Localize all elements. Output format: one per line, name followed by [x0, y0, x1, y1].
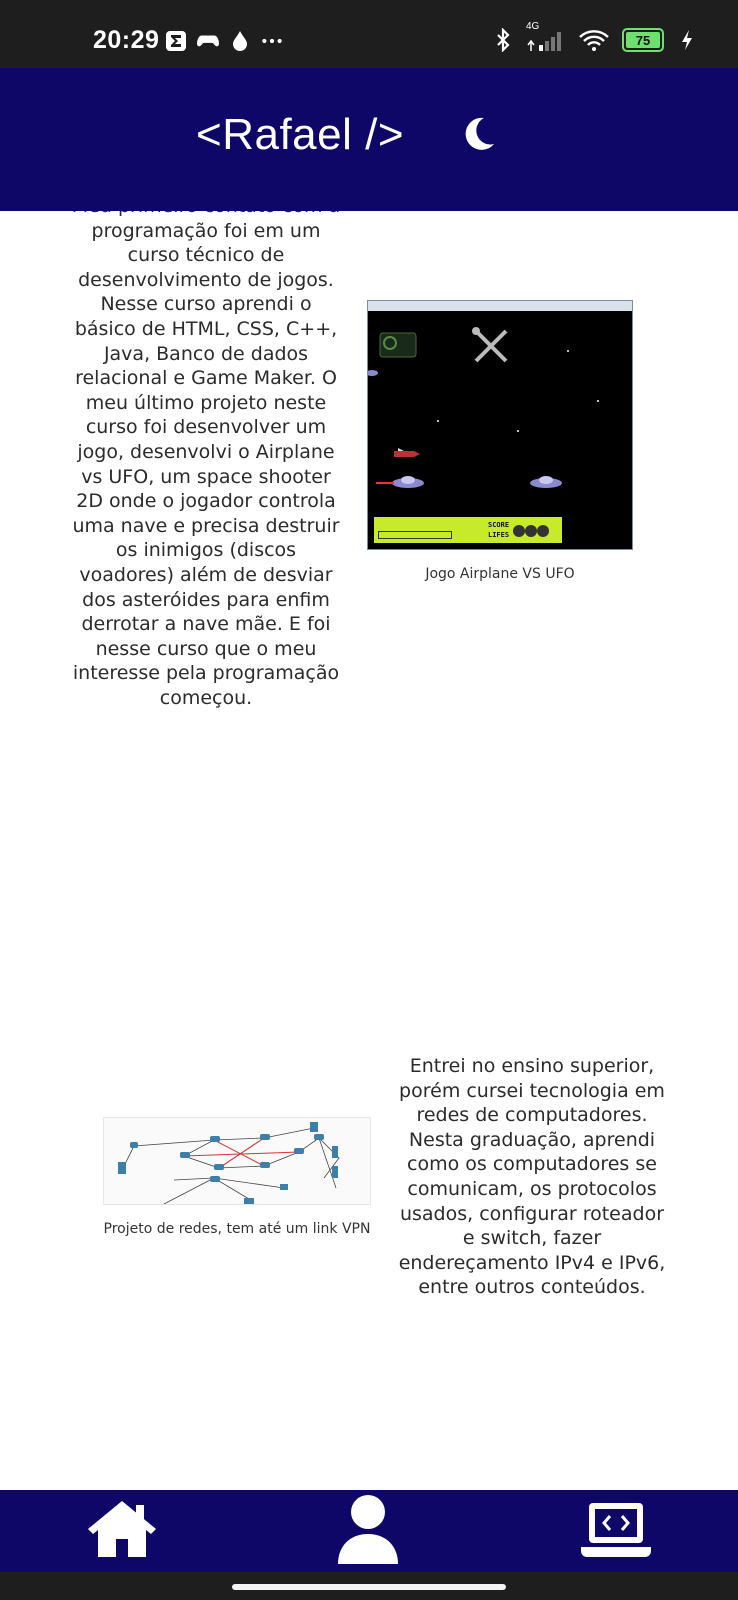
nav-about-button[interactable]	[318, 1490, 418, 1572]
hud-health-bar	[378, 531, 452, 539]
figure-network-project: Projeto de redes, tem até um link VPN	[103, 1117, 371, 1237]
about-paragraph-games: Meu primeiro contato com a programação f…	[72, 211, 340, 709]
battery-icon: 75	[622, 28, 664, 52]
wifi-icon	[578, 29, 610, 51]
nav-home-button[interactable]	[72, 1490, 172, 1572]
caption-airplane-vs-ufo: Jogo Airplane VS UFO	[425, 566, 575, 582]
about-paragraph-networks: Entrei no ensino superior, porém cursei …	[398, 1055, 666, 1299]
status-bar: 20:29 4G 75	[0, 0, 738, 68]
charging-icon	[676, 29, 698, 51]
status-system-icons: 4G 75	[492, 21, 698, 52]
gesture-bar	[0, 1572, 738, 1600]
signal-icon: 4G	[526, 21, 566, 51]
network-topology-image	[118, 1122, 340, 1204]
status-notification-icons	[165, 30, 283, 52]
network-diagram-screenshot	[103, 1117, 371, 1205]
bluetooth-icon	[492, 28, 514, 52]
network-type-label: 4G	[526, 21, 540, 32]
sigma-app-icon	[165, 30, 187, 52]
hud-score-label: SCORE	[488, 521, 510, 529]
figure-airplane-vs-ufo: SCORE LIFES Jogo Airplane VS UFO	[367, 300, 633, 582]
battery-level: 75	[635, 32, 651, 48]
game-hud: SCORE LIFES	[374, 517, 562, 543]
home-gesture-handle[interactable]	[232, 1584, 506, 1590]
nav-projects-button[interactable]	[566, 1490, 666, 1572]
main-content: Meu primeiro contato com a programação f…	[0, 211, 738, 1490]
home-icon	[86, 1497, 158, 1565]
site-logo[interactable]: <Rafael />	[196, 110, 404, 160]
drop-icon	[229, 30, 251, 52]
hud-lifes-label: LIFES	[488, 531, 510, 539]
moon-icon[interactable]	[458, 114, 498, 154]
more-dots-icon	[261, 30, 283, 52]
hud-labels: SCORE LIFES	[488, 520, 509, 540]
bottom-nav	[0, 1490, 738, 1572]
user-icon	[336, 1494, 400, 1568]
lives-heads-icon	[513, 525, 549, 537]
app-header: <Rafael />	[0, 68, 738, 211]
gamepad-icon	[197, 30, 219, 52]
status-time: 20:29	[93, 26, 160, 54]
caption-network-project: Projeto de redes, tem até um link VPN	[103, 1221, 371, 1237]
game-window-titlebar	[368, 301, 632, 311]
laptop-code-icon	[581, 1499, 651, 1563]
space-scene-image	[368, 327, 599, 488]
game-screenshot: SCORE LIFES	[367, 300, 633, 550]
